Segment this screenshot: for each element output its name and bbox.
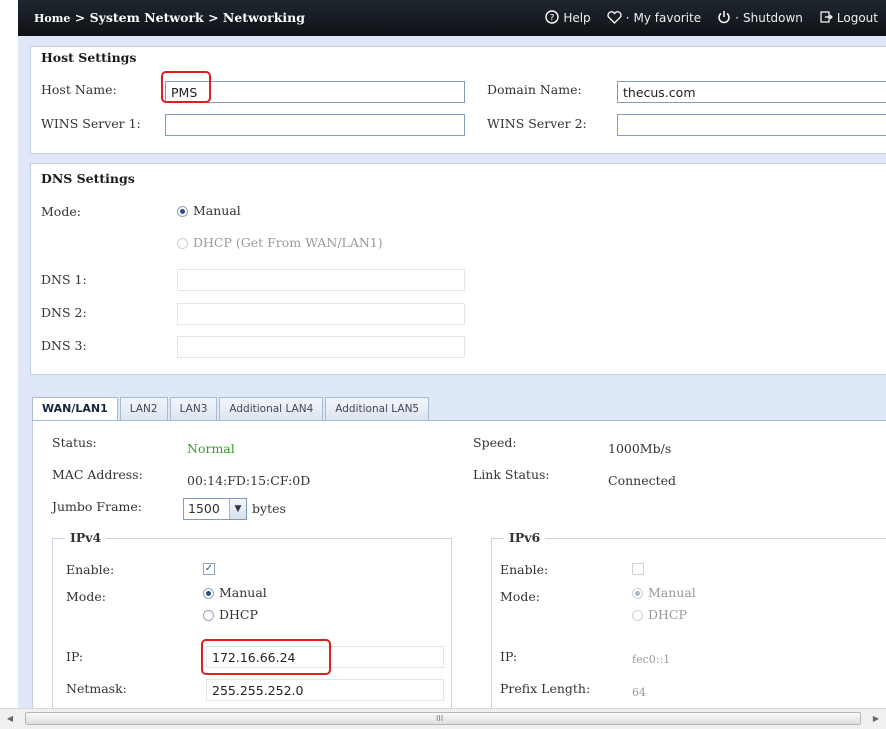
ipv6-fieldset: IPv6 Enable: Mode: Manual DHCP IP: fec0:… [491,530,886,719]
dns-1-input[interactable] [177,269,465,291]
ipv4-enable-checkbox[interactable]: ✓ [203,563,215,575]
ipv6-manual-radio[interactable] [632,588,643,599]
dns-2-label: DNS 2: [41,305,87,320]
ipv6-dhcp-radio[interactable] [632,610,643,621]
ipv6-enable-label: Enable: [500,562,549,577]
host-settings-section: Host Settings Host Name: PMS Domain Name… [30,46,886,154]
ipv4-ip-highlight [201,639,331,675]
tab-additional-lan5[interactable]: Additional LAN5 [325,397,430,420]
host-name-label: Host Name: [41,82,117,97]
dns-dhcp-radio[interactable] [177,238,188,249]
wins-server-1-label: WINS Server 1: [41,116,141,131]
logout-link[interactable]: Logout [819,10,878,26]
dns-settings-section: DNS Settings Mode: Manual DHCP (Get From… [30,163,886,375]
dns-dhcp-label: DHCP (Get From WAN/LAN1) [193,235,383,250]
ipv6-manual-label: Manual [648,585,696,600]
breadcrumb-networking: Networking [222,10,305,25]
dns-manual-radio[interactable] [177,206,188,217]
scroll-right-icon[interactable]: ▶ [868,711,884,727]
wins-server-2-label: WINS Server 2: [487,116,587,131]
help-circle-icon: ? [545,10,560,26]
wins-server-1-input[interactable] [165,114,465,136]
shutdown-label: Shutdown [742,11,803,25]
ipv4-enable-label: Enable: [66,562,115,577]
ipv4-manual-radio[interactable] [203,588,214,599]
help-link[interactable]: ? Help [545,10,591,26]
top-bar: Home > System Network > Networking ? Hel… [18,0,886,36]
link-status-label: Link Status: [473,467,550,482]
dns-mode-label: Mode: [41,204,81,219]
breadcrumb: Home > System Network > Networking [34,10,305,25]
logout-icon [819,10,833,26]
dns-settings-title: DNS Settings [41,171,135,186]
breadcrumb-system-network[interactable]: System Network [90,10,204,25]
mac-address-label: MAC Address: [52,467,143,482]
host-settings-title: Host Settings [41,50,137,65]
ipv4-title: IPv4 [65,530,107,545]
svg-text:?: ? [550,14,555,24]
my-favorite-link[interactable]: · My favorite [607,10,701,26]
ipv6-mode-label: Mode: [500,589,540,604]
ipv4-fieldset: IPv4 Enable: ✓ Mode: Manual DHCP IP: 172… [52,530,452,719]
tab-wan-lan1[interactable]: WAN/LAN1 [32,397,118,421]
dns-3-input[interactable] [177,336,465,358]
dns-1-label: DNS 1: [41,272,87,287]
mac-address-value: 00:14:FD:15:CF:0D [187,473,311,488]
ipv4-ip-label: IP: [66,649,84,664]
scrollbar-thumb[interactable]: III [25,712,861,725]
heart-icon [607,10,622,26]
ipv6-prefix-length-label: Prefix Length: [500,681,591,696]
ipv4-dhcp-label: DHCP [219,607,258,622]
tab-additional-lan4[interactable]: Additional LAN4 [219,397,324,420]
my-favorite-label: My favorite [633,11,702,25]
ipv6-dhcp-label: DHCP [648,607,687,622]
networking-panel: Host Settings Host Name: PMS Domain Name… [18,36,886,719]
scroll-left-icon[interactable]: ◀ [2,711,18,727]
dns-2-input[interactable] [177,303,465,325]
dns-manual-label: Manual [193,203,241,218]
speed-value: 1000Mb/s [608,441,672,456]
breadcrumb-home[interactable]: Home [34,12,70,25]
ipv6-prefix-length-value: 64 [632,686,646,699]
domain-name-label: Domain Name: [487,82,582,97]
ipv4-netmask-input[interactable]: 255.255.252.0 [206,679,444,701]
tab-lan2[interactable]: LAN2 [119,397,168,420]
power-icon [717,10,731,26]
dropdown-dot-icon: · [735,11,739,25]
ipv4-manual-label: Manual [219,585,267,600]
speed-label: Speed: [473,435,517,450]
wan-lan1-panel: Status: Normal Speed: 1000Mb/s MAC Addre… [32,421,886,719]
status-label: Status: [52,435,97,450]
ipv6-title: IPv6 [504,530,546,545]
logout-label: Logout [836,11,878,25]
link-status-value: Connected [608,473,677,488]
ipv6-ip-value: fec0::1 [632,653,671,666]
jumbo-frame-value: 1500 [188,501,220,516]
ipv4-dhcp-radio[interactable] [203,610,214,621]
shutdown-link[interactable]: · Shutdown [717,10,803,26]
ipv6-ip-label: IP: [500,649,518,664]
lan-tabs: WAN/LAN1 LAN2 LAN3 Additional LAN4 Addit… [32,397,431,421]
ipv4-netmask-label: Netmask: [66,681,127,696]
breadcrumb-separator: > [74,10,86,25]
help-label: Help [563,11,591,25]
jumbo-frame-select[interactable]: 1500 ▼ [183,498,247,520]
status-value: Normal [187,441,235,456]
domain-name-input[interactable]: thecus.com [617,81,886,103]
breadcrumb-separator: > [208,10,219,25]
top-links: ? Help · My favorite · Shutdown Logout [545,10,878,26]
host-name-highlight [161,71,211,103]
chevron-down-icon[interactable]: ▼ [229,499,246,519]
wins-server-2-input[interactable] [617,114,886,136]
tab-lan3[interactable]: LAN3 [169,397,218,420]
scrollbar-grip: III [436,714,444,723]
ipv4-mode-label: Mode: [66,589,106,604]
ipv6-enable-checkbox[interactable] [632,563,644,575]
horizontal-scrollbar[interactable]: ◀ III ▶ [0,708,886,729]
jumbo-frame-unit: bytes [252,501,286,516]
dropdown-dot-icon: · [625,11,630,25]
dns-3-label: DNS 3: [41,338,87,353]
jumbo-frame-label: Jumbo Frame: [52,499,142,514]
